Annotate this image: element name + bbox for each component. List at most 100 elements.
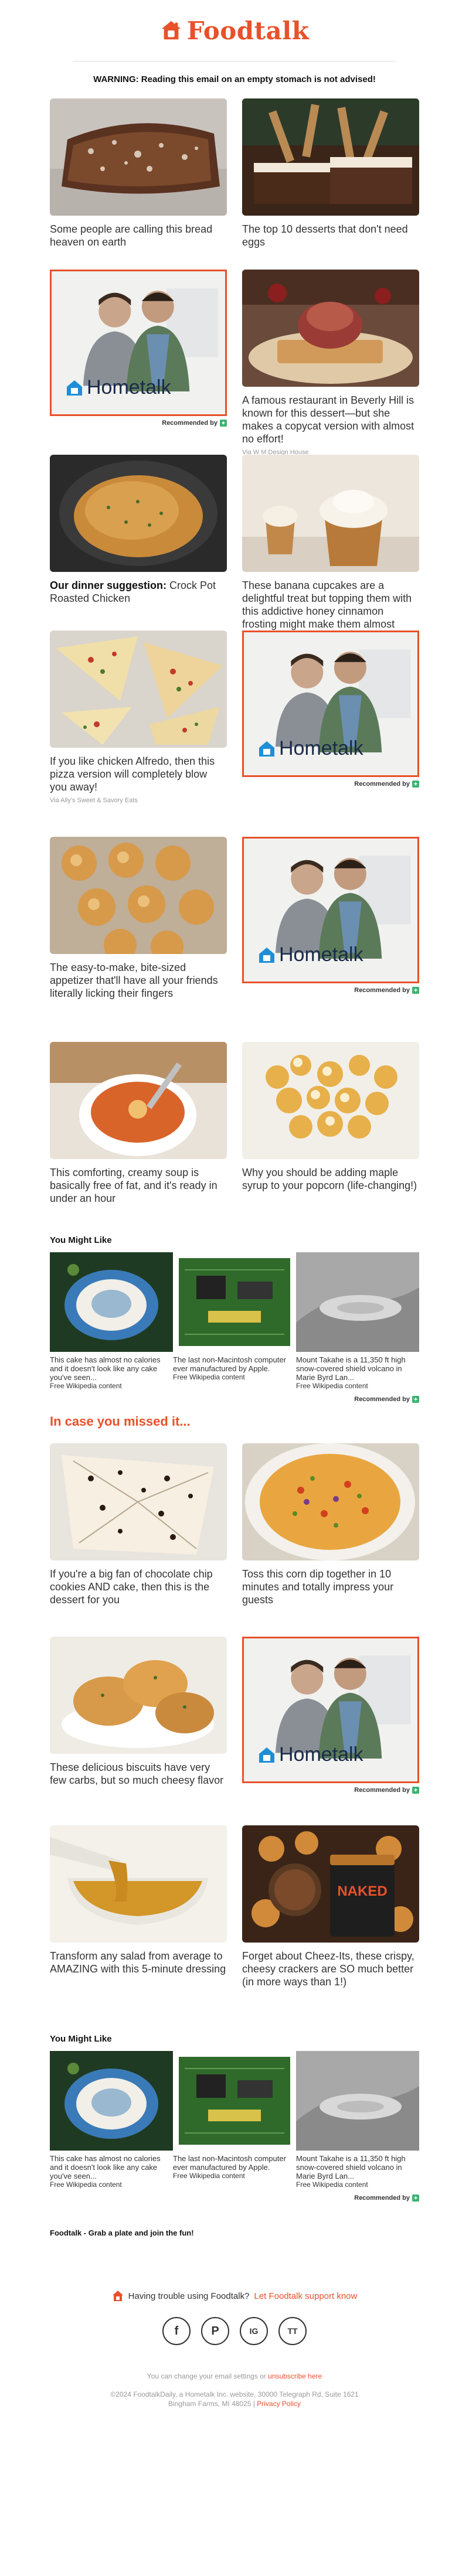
- volcano-image[interactable]: [296, 1252, 419, 1352]
- card-title[interactable]: A famous restaurant in Beverly Hill is k…: [242, 394, 419, 445]
- article-card[interactable]: Some people are calling this bread heave…: [50, 98, 227, 270]
- card-row: If you like chicken Alfredo, then this p…: [50, 631, 419, 837]
- chocolate-chip-cake-image[interactable]: [50, 1443, 227, 1560]
- card-row: This comforting, creamy soup is basicall…: [50, 1042, 419, 1235]
- article-card[interactable]: The easy-to-make, bite-sized appetizer t…: [50, 837, 227, 1042]
- hometalk-ad[interactable]: Hometalk: [242, 631, 419, 777]
- brand-name: Foodtalk: [186, 16, 310, 45]
- popcorn-image[interactable]: [242, 1042, 419, 1159]
- instagram-icon[interactable]: IG: [240, 2317, 268, 2345]
- hometalk-brand: Hometalk: [258, 737, 363, 760]
- recommender-icon: ✦: [412, 1396, 419, 1403]
- card-title[interactable]: If you're a big fan of chocolate chip co…: [50, 1568, 227, 1606]
- you-might-like-section: You Might Like This cake has almost no c…: [50, 1235, 419, 1414]
- cake-plate-image[interactable]: [50, 1252, 173, 1352]
- recommended-by[interactable]: Recommended by ✦: [242, 781, 419, 788]
- recommender-icon: ✦: [412, 2195, 419, 2202]
- article-card[interactable]: These banana cupcakes are a delightful t…: [242, 455, 419, 643]
- article-card[interactable]: This comforting, creamy soup is basicall…: [50, 1042, 227, 1235]
- banana-cupcake-image[interactable]: [242, 455, 419, 572]
- recommended-item[interactable]: The last non-Macintosh computer ever man…: [173, 1252, 296, 1390]
- privacy-policy-link[interactable]: Privacy Policy: [257, 2400, 301, 2408]
- cheesy-biscuits-image[interactable]: [50, 1637, 227, 1754]
- article-card[interactable]: These delicious biscuits have very few c…: [50, 1637, 227, 1825]
- recommended-item[interactable]: Mount Takahe is a 11,350 ft high snow-co…: [296, 2051, 419, 2189]
- recommended-by[interactable]: Recommended by ✦: [242, 1787, 419, 1794]
- circuit-board-image[interactable]: [173, 2051, 296, 2151]
- article-card[interactable]: Toss this corn dip together in 10 minute…: [242, 1443, 419, 1637]
- item-title[interactable]: The last non-Macintosh computer ever man…: [173, 1355, 296, 1373]
- unsubscribe-link[interactable]: unsubscribe here: [268, 2372, 322, 2380]
- item-title[interactable]: The last non-Macintosh computer ever man…: [173, 2154, 296, 2172]
- ad-card[interactable]: Hometalk Recommended by ✦: [50, 270, 227, 455]
- card-row: The easy-to-make, bite-sized appetizer t…: [50, 837, 419, 1042]
- recommended-by[interactable]: Recommended by ✦: [50, 2195, 419, 2202]
- card-row: These delicious biscuits have very few c…: [50, 1637, 419, 1825]
- item-title[interactable]: Mount Takahe is a 11,350 ft high snow-co…: [296, 2154, 419, 2180]
- article-card[interactable]: Why you should be adding maple syrup to …: [242, 1042, 419, 1235]
- article-card[interactable]: If you like chicken Alfredo, then this p…: [50, 631, 227, 837]
- recommended-item[interactable]: The last non-Macintosh computer ever man…: [173, 2051, 296, 2189]
- card-title[interactable]: These delicious biscuits have very few c…: [50, 1761, 227, 1787]
- circuit-board-image[interactable]: [173, 1252, 296, 1352]
- facebook-icon[interactable]: f: [162, 2317, 191, 2345]
- card-title[interactable]: Some people are calling this bread heave…: [50, 223, 227, 248]
- article-card[interactable]: The top 10 desserts that don't need eggs: [242, 98, 419, 270]
- article-card[interactable]: If you're a big fan of chocolate chip co…: [50, 1443, 227, 1637]
- recommender-icon: ✦: [412, 987, 419, 994]
- roasted-chicken-image[interactable]: [50, 455, 227, 572]
- card-title[interactable]: The easy-to-make, bite-sized appetizer t…: [50, 961, 227, 1000]
- item-source: Free Wikipedia content: [296, 2180, 368, 2189]
- card-row: Transform any salad from average to AMAZ…: [50, 1825, 419, 2034]
- corn-dip-image[interactable]: [242, 1443, 419, 1560]
- appetizer-bites-image[interactable]: [50, 837, 227, 954]
- hometalk-ad[interactable]: Hometalk: [242, 1637, 419, 1783]
- hometalk-ad[interactable]: Hometalk: [242, 837, 419, 983]
- support-link[interactable]: Let Foodtalk support know: [254, 2291, 357, 2301]
- article-card[interactable]: Transform any salad from average to AMAZ…: [50, 1825, 227, 2034]
- recommended-item[interactable]: This cake has almost no calories and it …: [50, 2051, 173, 2189]
- card-title[interactable]: Forget about Cheez-Its, these crispy, ch…: [242, 1950, 419, 1988]
- email-container: Foodtalk WARNING: Reading this email on …: [50, 0, 419, 2417]
- ice-cream-dessert-image[interactable]: [242, 270, 419, 387]
- item-title[interactable]: This cake has almost no calories and it …: [50, 2154, 173, 2180]
- salad-dressing-image[interactable]: [50, 1825, 227, 1943]
- volcano-image[interactable]: [296, 2051, 419, 2151]
- soup-image[interactable]: [50, 1042, 227, 1159]
- card-title[interactable]: Transform any salad from average to AMAZ…: [50, 1950, 227, 1975]
- item-source: Free Wikipedia content: [50, 2180, 122, 2189]
- hometalk-house-icon: [259, 741, 274, 757]
- item-title[interactable]: Mount Takahe is a 11,350 ft high snow-co…: [296, 1355, 419, 1382]
- tiktok-icon[interactable]: TT: [278, 2317, 307, 2345]
- pizza-image[interactable]: [50, 631, 227, 748]
- email-body: Foodtalk WARNING: Reading this email on …: [0, 0, 469, 2417]
- recommended-by[interactable]: Recommended by ✦: [50, 1396, 419, 1403]
- ad-card[interactable]: Hometalk Recommended by ✦: [242, 837, 419, 1042]
- ad-card[interactable]: Hometalk Recommended by ✦: [242, 631, 419, 837]
- foodtalk-logo[interactable]: Foodtalk: [50, 0, 419, 61]
- cheese-crackers-image[interactable]: NAKED: [242, 1825, 419, 1943]
- recommended-by[interactable]: Recommended by ✦: [242, 987, 419, 994]
- recommended-item[interactable]: Mount Takahe is a 11,350 ft high snow-co…: [296, 1252, 419, 1390]
- ad-card[interactable]: Hometalk Recommended by ✦: [242, 1637, 419, 1825]
- item-title[interactable]: This cake has almost no calories and it …: [50, 1355, 173, 1382]
- card-title[interactable]: Toss this corn dip together in 10 minute…: [242, 1568, 419, 1606]
- card-title[interactable]: This comforting, creamy soup is basicall…: [50, 1166, 227, 1205]
- cake-plate-image[interactable]: [50, 2051, 173, 2151]
- card-title[interactable]: The top 10 desserts that don't need eggs: [242, 223, 419, 248]
- hometalk-ad[interactable]: Hometalk: [50, 270, 227, 416]
- bread-image[interactable]: [50, 98, 227, 216]
- card-title[interactable]: If you like chicken Alfredo, then this p…: [50, 755, 227, 793]
- article-card[interactable]: Our dinner suggestion: Crock Pot Roasted…: [50, 455, 227, 631]
- article-card[interactable]: NAKED Forget about Cheez-Its, these cris…: [242, 1825, 419, 2034]
- signoff-text: Foodtalk - Grab a plate and join the fun…: [50, 2229, 194, 2237]
- recommended-by[interactable]: Recommended by ✦: [50, 420, 227, 427]
- card-title[interactable]: Why you should be adding maple syrup to …: [242, 1166, 419, 1192]
- card-title[interactable]: Our dinner suggestion: Crock Pot Roasted…: [50, 579, 227, 605]
- brownies-image[interactable]: [242, 98, 419, 216]
- hometalk-house-icon: [259, 947, 274, 963]
- article-card[interactable]: A famous restaurant in Beverly Hill is k…: [242, 270, 419, 456]
- pinterest-icon[interactable]: P: [201, 2317, 229, 2345]
- recommended-item[interactable]: This cake has almost no calories and it …: [50, 1252, 173, 1390]
- hometalk-house-icon: [67, 380, 82, 396]
